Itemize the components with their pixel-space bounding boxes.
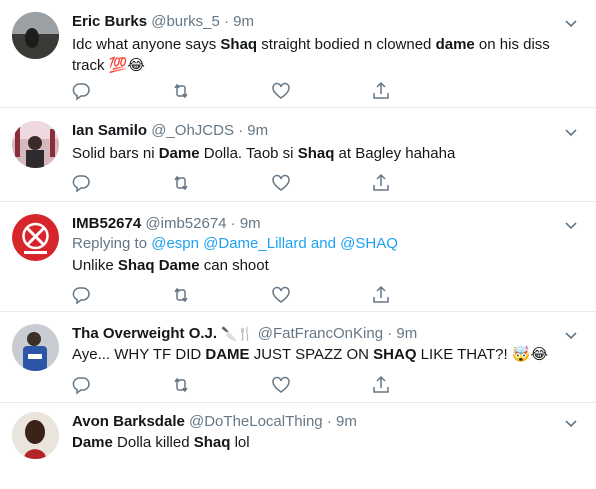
chevron-down-icon[interactable] bbox=[564, 328, 578, 342]
separator-dot: · bbox=[238, 122, 244, 139]
text-segment: Solid bars ni bbox=[72, 145, 159, 162]
text-segment: Dolla. Taob si bbox=[199, 145, 298, 162]
timestamp[interactable]: 9m bbox=[247, 122, 268, 139]
text-segment: can shoot bbox=[199, 257, 269, 274]
tweet-text: Unlike Shaq Dame can shoot bbox=[72, 255, 572, 276]
separator-dot: · bbox=[223, 13, 229, 30]
avatar[interactable] bbox=[12, 324, 59, 371]
bold-term: Shaq Dame bbox=[117, 257, 200, 274]
action-bar bbox=[70, 374, 390, 396]
heart-icon[interactable] bbox=[270, 374, 292, 396]
action-bar bbox=[70, 284, 390, 306]
action-bar bbox=[70, 172, 390, 194]
user-handle[interactable]: @_OhJCDS bbox=[151, 122, 234, 139]
bold-term: SHAQ bbox=[373, 346, 417, 363]
tweet-item[interactable]: Ian Samilo @_OhJCDS · 9m Solid bars ni D… bbox=[0, 108, 596, 202]
bold-term: dame bbox=[435, 36, 475, 53]
text-segment: at Bagley hahaha bbox=[334, 145, 456, 162]
share-icon[interactable] bbox=[370, 284, 392, 306]
tweet-item[interactable]: IMB52674 @imb52674 · 9m Replying to @esp… bbox=[0, 202, 596, 312]
chevron-down-icon[interactable] bbox=[564, 218, 578, 232]
reply-and: and bbox=[310, 235, 336, 252]
user-handle[interactable]: @burks_5 bbox=[151, 13, 220, 30]
text-segment: straight bodied n clowned bbox=[257, 36, 436, 53]
timestamp[interactable]: 9m bbox=[336, 413, 357, 430]
retweet-icon[interactable] bbox=[170, 80, 192, 102]
timestamp[interactable]: 9m bbox=[233, 13, 254, 30]
tweet-item[interactable]: Tha Overweight O.J. 🔪🍴 @FatFrancOnKing ·… bbox=[0, 312, 596, 403]
text-segment: LIKE THAT?! bbox=[416, 346, 512, 363]
display-name[interactable]: Avon Barksdale bbox=[72, 413, 185, 430]
name-emoji: 🔪🍴 bbox=[221, 326, 254, 341]
retweet-icon[interactable] bbox=[170, 374, 192, 396]
heart-icon[interactable] bbox=[270, 284, 292, 306]
avatar[interactable] bbox=[12, 121, 59, 168]
bold-term: DAME bbox=[205, 346, 250, 363]
text-segment: Aye... WHY TF DID bbox=[72, 346, 206, 363]
separator-dot: · bbox=[387, 325, 393, 342]
avatar[interactable] bbox=[12, 12, 59, 59]
action-bar bbox=[70, 80, 390, 102]
display-name[interactable]: IMB52674 bbox=[72, 215, 141, 232]
display-name[interactable]: Tha Overweight O.J. bbox=[72, 325, 217, 342]
text-segment: Idc what anyone says bbox=[72, 36, 221, 53]
text-segment: Unlike bbox=[72, 257, 118, 274]
emoji: 🤯😂 bbox=[511, 346, 549, 363]
user-handle[interactable]: @FatFrancOnKing bbox=[258, 325, 383, 342]
retweet-icon[interactable] bbox=[170, 284, 192, 306]
tweet-text: Dame Dolla killed Shaq lol bbox=[72, 432, 572, 453]
tweet-item[interactable]: Eric Burks @burks_5 · 9m Idc what anyone… bbox=[0, 0, 596, 108]
text-segment: lol bbox=[230, 434, 250, 451]
bold-term: Dame bbox=[72, 434, 113, 451]
user-handle[interactable]: @DoTheLocalThing bbox=[189, 413, 323, 430]
emoji: 💯😂 bbox=[108, 57, 145, 74]
timestamp[interactable]: 9m bbox=[240, 215, 261, 232]
bold-term: Shaq bbox=[193, 434, 231, 451]
reply-mention-last[interactable]: @SHAQ bbox=[340, 235, 398, 252]
separator-dot: · bbox=[230, 215, 236, 232]
separator-dot: · bbox=[326, 413, 332, 430]
reply-icon[interactable] bbox=[70, 80, 92, 102]
share-icon[interactable] bbox=[370, 80, 392, 102]
tweet-text: Solid bars ni Dame Dolla. Taob si Shaq a… bbox=[72, 143, 572, 164]
share-icon[interactable] bbox=[370, 172, 392, 194]
heart-icon[interactable] bbox=[270, 80, 292, 102]
user-handle[interactable]: @imb52674 bbox=[145, 215, 226, 232]
tweet-text: Idc what anyone says Shaq straight bodie… bbox=[72, 34, 572, 76]
tweet-item[interactable]: Avon Barksdale @DoTheLocalThing · 9m Dam… bbox=[0, 403, 596, 489]
replying-to: Replying to @espn @Dame_Lillard and @SHA… bbox=[72, 234, 398, 254]
bold-term: Shaq bbox=[220, 36, 258, 53]
share-icon[interactable] bbox=[370, 374, 392, 396]
replying-label: Replying to bbox=[72, 235, 148, 252]
chevron-down-icon[interactable] bbox=[564, 16, 578, 30]
chevron-down-icon[interactable] bbox=[564, 125, 578, 139]
timestamp[interactable]: 9m bbox=[396, 325, 417, 342]
reply-icon[interactable] bbox=[70, 374, 92, 396]
text-segment: Dolla killed bbox=[112, 434, 194, 451]
reply-mentions[interactable]: @espn @Dame_Lillard bbox=[151, 235, 307, 252]
bold-term: Dame bbox=[158, 145, 200, 162]
retweet-icon[interactable] bbox=[170, 172, 192, 194]
reply-icon[interactable] bbox=[70, 284, 92, 306]
text-segment: JUST SPAZZ ON bbox=[249, 346, 374, 363]
chevron-down-icon[interactable] bbox=[564, 416, 578, 430]
tweet-text: Aye... WHY TF DID DAME JUST SPAZZ ON SHA… bbox=[72, 344, 572, 365]
reply-icon[interactable] bbox=[70, 172, 92, 194]
bold-term: Shaq bbox=[297, 145, 335, 162]
avatar[interactable] bbox=[12, 214, 59, 261]
display-name[interactable]: Eric Burks bbox=[72, 13, 147, 30]
display-name[interactable]: Ian Samilo bbox=[72, 122, 147, 139]
tweet-feed: Eric Burks @burks_5 · 9m Idc what anyone… bbox=[0, 0, 596, 489]
avatar[interactable] bbox=[12, 412, 59, 459]
heart-icon[interactable] bbox=[270, 172, 292, 194]
